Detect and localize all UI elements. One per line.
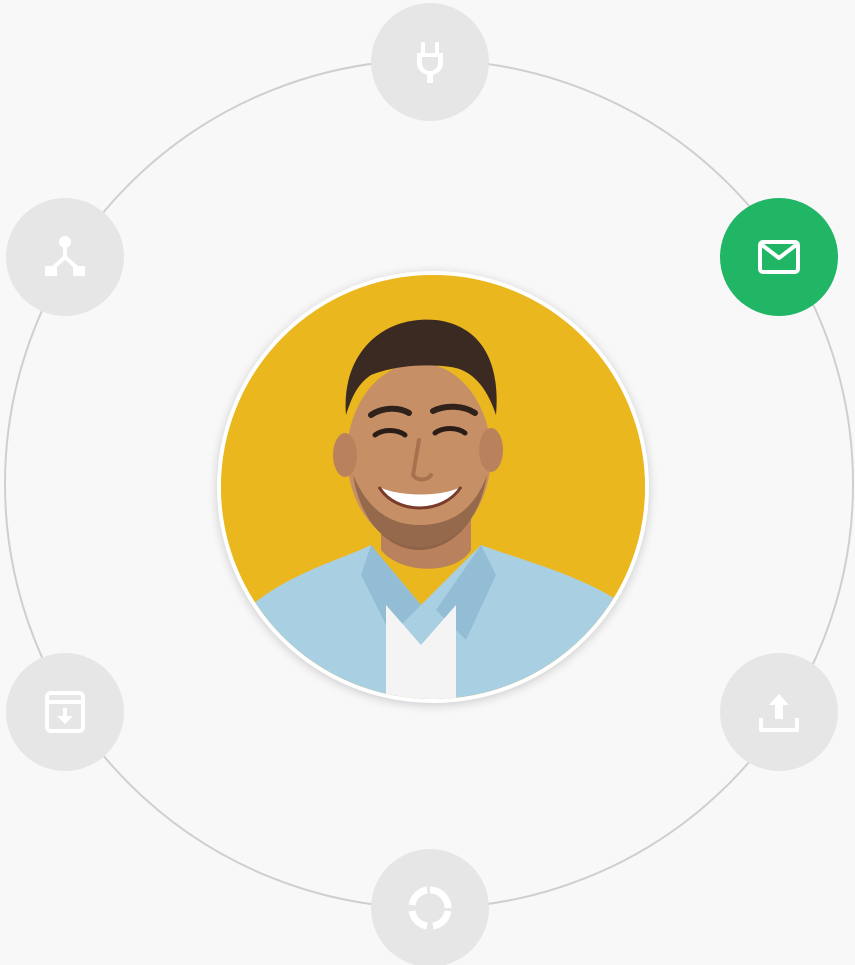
mail-icon xyxy=(755,233,803,281)
share-network-node-button[interactable] xyxy=(6,198,124,316)
upload-icon xyxy=(755,688,803,736)
avatar-photo xyxy=(221,275,645,699)
archive-download-node-button[interactable] xyxy=(6,653,124,771)
share-network-icon xyxy=(41,233,89,281)
mail-node-button[interactable] xyxy=(720,198,838,316)
upload-node-button[interactable] xyxy=(720,653,838,771)
archive-download-icon xyxy=(41,688,89,736)
refresh-icon xyxy=(406,884,454,932)
refresh-node-button[interactable] xyxy=(371,849,489,965)
plug-icon xyxy=(406,38,454,86)
orbit-integration-widget xyxy=(0,0,855,965)
profile-avatar xyxy=(217,271,649,703)
plug-node-button[interactable] xyxy=(371,3,489,121)
